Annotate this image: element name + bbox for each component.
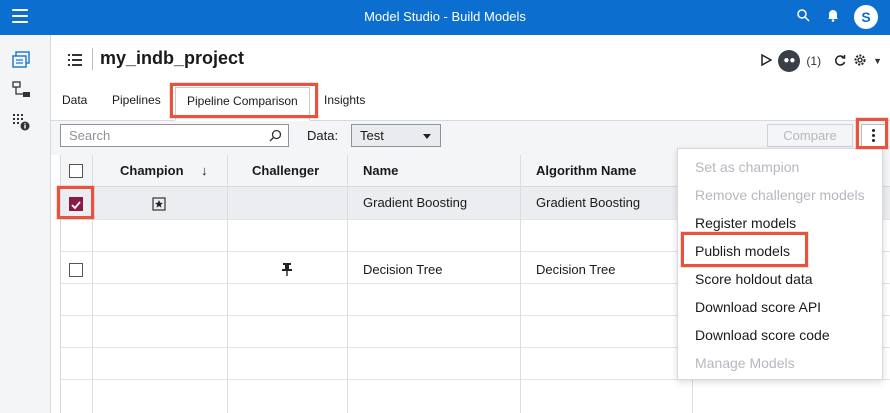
menu-item-download-score-api[interactable]: Download score API	[695, 299, 821, 315]
menu-item-download-score-code[interactable]: Download score code	[695, 327, 830, 343]
callout-kebab-menu	[856, 118, 888, 149]
callout-publish-models	[681, 232, 808, 267]
row-algorithm: Gradient Boosting	[536, 195, 641, 210]
search-placeholder: Search	[69, 128, 111, 143]
row-name: Gradient Boosting	[363, 195, 468, 210]
tab-data[interactable]: Data	[51, 87, 98, 117]
menu-item-register-models[interactable]: Register models	[695, 215, 796, 231]
challenger-pin-icon	[281, 262, 293, 281]
user-avatar[interactable]: S	[854, 5, 878, 29]
refresh-icon[interactable]	[833, 53, 847, 70]
run-count: (1)	[806, 54, 822, 68]
bell-icon[interactable]	[825, 8, 841, 26]
column-header-name[interactable]: Name	[363, 163, 398, 178]
row-algorithm: Decision Tree	[536, 262, 616, 277]
column-header-algorithm[interactable]: Algorithm Name	[536, 163, 636, 178]
champion-star-icon	[152, 197, 166, 216]
gear-icon[interactable]	[853, 53, 867, 70]
app-header: Model Studio - Build Models S	[0, 0, 890, 35]
compare-button[interactable]: Compare	[767, 124, 853, 147]
row-checkbox-decision-tree[interactable]	[69, 263, 83, 277]
project-actions: ●● (1) ▼	[760, 50, 882, 72]
search-input[interactable]: Search	[60, 124, 289, 147]
data-partition-select[interactable]: Test	[351, 124, 441, 147]
data-label: Data:	[307, 128, 339, 143]
menu-item-manage-models[interactable]: Manage Models	[695, 355, 795, 371]
column-header-champion[interactable]: Champion	[120, 163, 184, 178]
menu-item-remove-challenger-models[interactable]: Remove challenger models	[695, 187, 865, 203]
project-title: my_indb_project	[100, 48, 245, 68]
search-icon	[269, 129, 282, 145]
menu-item-score-holdout-data[interactable]: Score holdout data	[695, 271, 813, 287]
tab-pipelines[interactable]: Pipelines	[101, 87, 172, 117]
search-icon[interactable]	[795, 8, 811, 26]
callout-pipeline-comparison-tab	[170, 83, 318, 118]
grid-info-rail-icon[interactable]	[12, 113, 36, 135]
pipelines-rail-icon[interactable]	[12, 51, 36, 73]
caret-down-icon	[423, 134, 431, 139]
row-name: Decision Tree	[363, 262, 443, 277]
app-title: Model Studio - Build Models	[364, 9, 526, 24]
select-all-checkbox[interactable]	[69, 164, 83, 178]
column-header-challenger[interactable]: Challenger	[252, 163, 319, 178]
run-icon[interactable]	[760, 53, 773, 69]
data-partition-value: Test	[360, 128, 384, 143]
title-divider	[92, 48, 93, 70]
project-list-icon[interactable]	[68, 53, 82, 66]
flow-rail-icon[interactable]	[12, 81, 36, 103]
left-rail	[0, 35, 51, 413]
sort-descending-icon[interactable]: ↓	[201, 163, 208, 178]
team-icon[interactable]: ●●	[778, 50, 801, 72]
tab-insights[interactable]: Insights	[313, 87, 376, 117]
chevron-down-icon[interactable]: ▼	[873, 56, 882, 66]
menu-item-set-as-champion[interactable]: Set as champion	[695, 159, 799, 175]
callout-row-checkbox	[57, 186, 94, 219]
